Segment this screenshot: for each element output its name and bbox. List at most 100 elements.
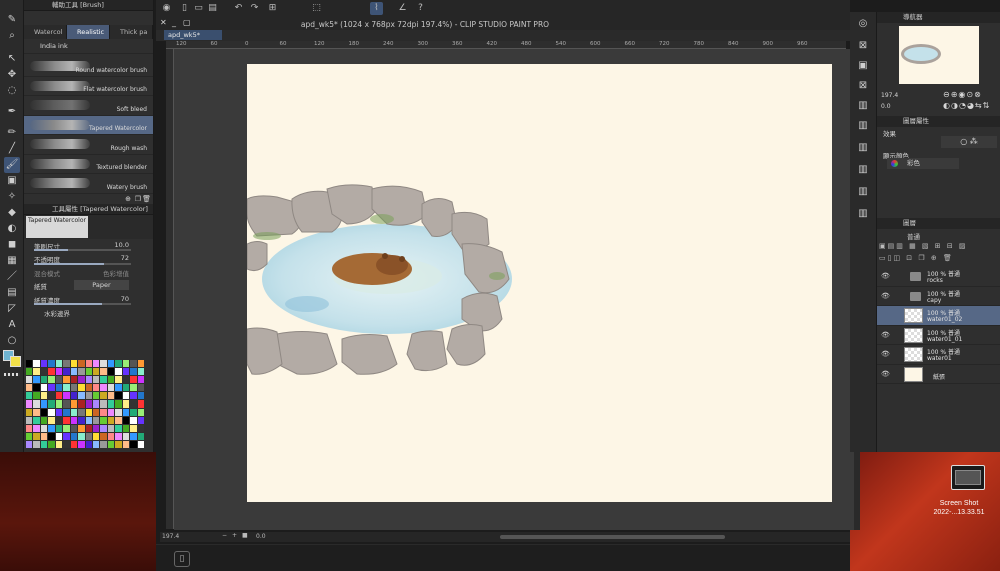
color-swatch[interactable] [137, 368, 144, 376]
color-swatch[interactable] [130, 360, 137, 368]
color-swatch[interactable] [63, 440, 70, 448]
layer-row[interactable]: 👁 100 % 普通 water01 [877, 345, 1000, 365]
paper-texture-select[interactable]: 紙質 Paper [24, 279, 153, 293]
color-swatch[interactable] [115, 424, 122, 432]
color-swatch[interactable] [122, 408, 130, 416]
color-swatch[interactable] [130, 384, 137, 392]
color-swatch[interactable] [55, 376, 63, 384]
undo-icon[interactable]: ↶ [232, 2, 245, 15]
color-swatch[interactable] [100, 432, 107, 440]
color-swatch[interactable] [26, 400, 33, 408]
color-swatch[interactable] [122, 440, 130, 448]
color-swatch[interactable] [85, 424, 92, 432]
delete-brush-icon[interactable]: 🗑 [142, 195, 151, 203]
color-swatch[interactable] [100, 384, 107, 392]
gradient-tool-icon[interactable]: ▦ [4, 253, 20, 269]
color-swatch[interactable] [40, 376, 48, 384]
color-swatch[interactable] [70, 408, 78, 416]
color-swatch[interactable] [70, 432, 78, 440]
color-swatch[interactable] [107, 368, 115, 376]
color-swatch[interactable] [85, 416, 92, 424]
color-swatch[interactable] [107, 384, 115, 392]
color-swatch[interactable] [85, 440, 92, 448]
screenshot-file-icon[interactable] [951, 465, 985, 490]
color-swatch[interactable] [78, 384, 85, 392]
color-set-palette[interactable] [26, 360, 144, 448]
color-swatch[interactable] [122, 360, 130, 368]
color-swatch[interactable] [137, 384, 144, 392]
color-swatch[interactable] [63, 360, 70, 368]
zoom-readout[interactable]: 197.4 [162, 533, 179, 540]
color-swatch[interactable] [55, 424, 63, 432]
color-swatch[interactable] [115, 408, 122, 416]
color-swatch[interactable] [78, 432, 85, 440]
color-swatch[interactable] [92, 416, 100, 424]
color-swatch[interactable] [130, 416, 137, 424]
brush-item[interactable]: Round watercolor brush [24, 57, 153, 77]
color-swatch[interactable] [26, 408, 33, 416]
text-tool-icon[interactable]: A [4, 317, 20, 333]
navigator-thumbnail[interactable] [899, 26, 979, 84]
color-swatch[interactable] [122, 384, 130, 392]
color-swatch[interactable] [26, 384, 33, 392]
material-7-icon[interactable]: ▥ [855, 206, 871, 222]
layer-row[interactable]: 👁 100 % 普通 rocks [877, 267, 1000, 287]
color-swatch[interactable] [107, 416, 115, 424]
layer-blend-mode[interactable]: 普通 [907, 231, 920, 241]
color-swatch[interactable] [92, 400, 100, 408]
layer-visibility-icon[interactable]: 👁 [881, 272, 890, 280]
color-swatch[interactable] [40, 360, 48, 368]
color-swatch[interactable] [130, 368, 137, 376]
color-swatch[interactable] [107, 424, 115, 432]
effect-buttons[interactable]: ○ ⁂ [941, 136, 997, 148]
color-swatch[interactable] [40, 408, 48, 416]
color-swatch[interactable] [92, 384, 100, 392]
color-swatch[interactable] [107, 408, 115, 416]
color-swatch[interactable] [100, 368, 107, 376]
navigator-panel-icon[interactable]: ◎ [855, 16, 871, 32]
save-icon[interactable]: ▤ [206, 2, 219, 15]
sub-view-icon[interactable]: ⊠ [855, 38, 871, 54]
color-swatch[interactable] [48, 400, 55, 408]
navigator-rotation[interactable]: 0.0 [881, 103, 891, 110]
color-swatch[interactable] [107, 360, 115, 368]
color-swatch[interactable] [107, 440, 115, 448]
color-swatch[interactable] [33, 416, 40, 424]
color-swatch[interactable] [26, 368, 33, 376]
zoom-out-icon[interactable]: − [222, 532, 227, 539]
material-3-icon[interactable]: ▥ [855, 118, 871, 134]
color-swatch[interactable] [115, 440, 122, 448]
color-swatch[interactable] [26, 376, 33, 384]
color-swatch[interactable] [85, 432, 92, 440]
clear-icon[interactable]: ⊞ [266, 2, 279, 15]
screenshot-file-label[interactable]: Screen Shot 2022-...13.33.51 [918, 499, 1000, 517]
color-swatch[interactable] [33, 384, 40, 392]
color-swatch[interactable] [33, 392, 40, 400]
color-swatch[interactable] [70, 400, 78, 408]
color-swatch[interactable] [33, 432, 40, 440]
color-swatch[interactable] [26, 416, 33, 424]
ruler-tool-icon[interactable]: ◸ [4, 301, 20, 317]
material-4-icon[interactable]: ▥ [855, 140, 871, 156]
color-swatch[interactable] [33, 408, 40, 416]
color-swatch[interactable] [92, 368, 100, 376]
color-swatch[interactable] [100, 416, 107, 424]
navigator-zoom[interactable]: 197.4 [881, 92, 898, 99]
color-swatch[interactable] [92, 392, 100, 400]
stabilize-icon[interactable]: ⌇ [370, 2, 383, 15]
brush-item[interactable]: Soft bleed [24, 96, 153, 116]
pencil-tool-icon[interactable]: ✏ [4, 125, 20, 141]
brush-item[interactable]: Rough wash [24, 135, 153, 155]
color-swatch[interactable] [78, 360, 85, 368]
move-tool-icon[interactable]: ✥ [4, 67, 20, 83]
color-swatch[interactable] [33, 424, 40, 432]
color-swatch[interactable] [70, 368, 78, 376]
color-swatch[interactable] [55, 360, 63, 368]
color-swatch[interactable] [107, 376, 115, 384]
eyedropper-tool-icon[interactable]: ✒ [4, 104, 20, 120]
color-swatch[interactable] [85, 392, 92, 400]
navigator-zoom-controls[interactable]: ⊖⊕◉⊙⊗ [943, 90, 982, 99]
color-swatch[interactable] [63, 392, 70, 400]
color-swatch[interactable] [70, 392, 78, 400]
material-5-icon[interactable]: ▥ [855, 162, 871, 178]
